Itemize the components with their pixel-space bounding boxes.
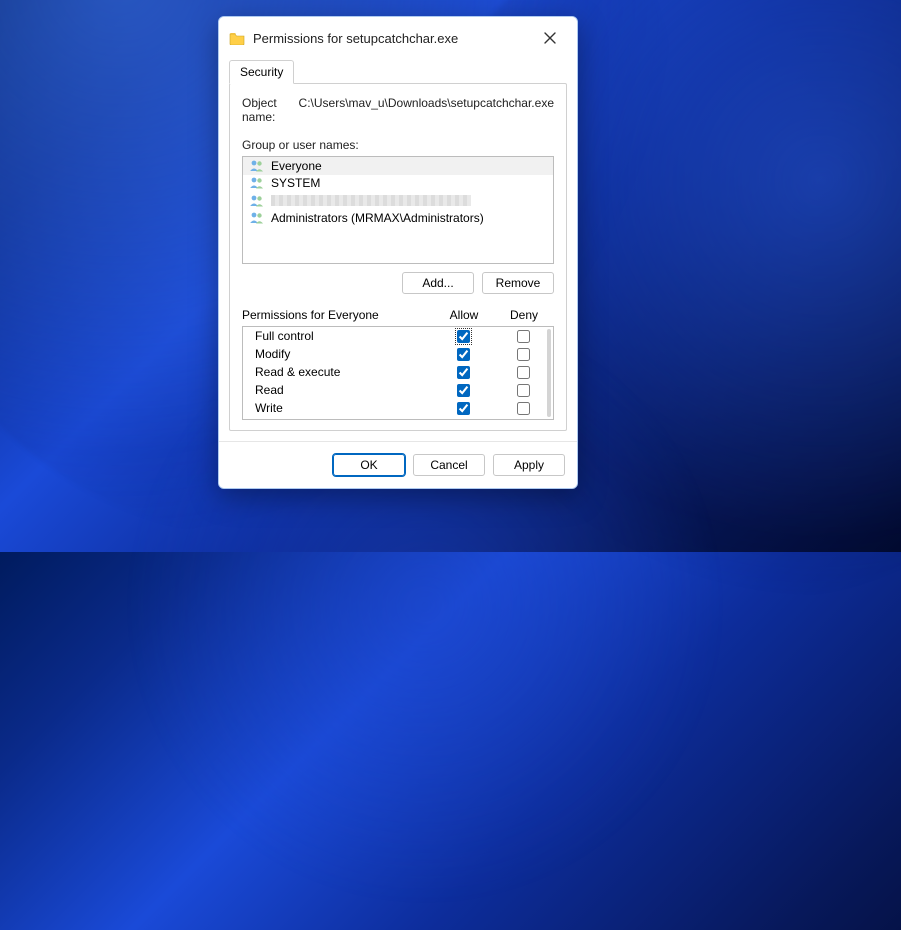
- users-icon: [249, 193, 265, 209]
- scrollbar[interactable]: [547, 329, 551, 417]
- allow-checkbox[interactable]: [457, 330, 470, 343]
- deny-column-header: Deny: [494, 308, 554, 322]
- object-name-label: Object name:: [242, 96, 287, 124]
- deny-checkbox[interactable]: [517, 366, 530, 379]
- dialog-footer: OK Cancel Apply: [219, 441, 577, 488]
- add-button[interactable]: Add...: [402, 272, 474, 294]
- apply-button[interactable]: Apply: [493, 454, 565, 476]
- ok-button[interactable]: OK: [333, 454, 405, 476]
- permission-name: Full control: [255, 329, 433, 343]
- group-list-item[interactable]: SYSTEM: [243, 175, 553, 193]
- permission-row: Read: [243, 381, 553, 399]
- group-list-label: Group or user names:: [242, 138, 554, 152]
- permissions-dialog: Permissions for setupcatchchar.exe Secur…: [218, 16, 578, 489]
- object-name-value: C:\Users\mav_u\Downloads\setupcatchchar.…: [299, 96, 554, 124]
- allow-checkbox[interactable]: [457, 384, 470, 397]
- group-name: Administrators (MRMAX\Administrators): [271, 211, 484, 225]
- deny-checkbox[interactable]: [517, 330, 530, 343]
- tab-strip: Security: [219, 59, 577, 83]
- titlebar[interactable]: Permissions for setupcatchchar.exe: [219, 17, 577, 59]
- group-name: SYSTEM: [271, 176, 320, 190]
- cancel-button[interactable]: Cancel: [413, 454, 485, 476]
- users-icon: [249, 210, 265, 226]
- group-list-item[interactable]: Everyone: [243, 157, 553, 175]
- permission-row: Full control: [243, 327, 553, 345]
- users-icon: [249, 158, 265, 174]
- allow-checkbox[interactable]: [457, 348, 470, 361]
- close-button[interactable]: [533, 24, 567, 52]
- group-name: Everyone: [271, 159, 322, 173]
- permission-row: Read & execute: [243, 363, 553, 381]
- permission-name: Write: [255, 401, 433, 415]
- tab-security[interactable]: Security: [229, 60, 294, 84]
- window-title: Permissions for setupcatchchar.exe: [253, 31, 533, 46]
- permissions-list: Full control Modify Read & execute Read Writ…: [242, 326, 554, 420]
- group-list-item[interactable]: [243, 192, 553, 210]
- close-icon: [544, 32, 556, 44]
- permission-name: Modify: [255, 347, 433, 361]
- permission-row: Write: [243, 399, 553, 417]
- users-icon: [249, 175, 265, 191]
- remove-button[interactable]: Remove: [482, 272, 554, 294]
- permission-row: Modify: [243, 345, 553, 363]
- allow-checkbox[interactable]: [457, 402, 470, 415]
- permissions-for-label: Permissions for Everyone: [242, 308, 434, 322]
- deny-checkbox[interactable]: [517, 384, 530, 397]
- security-panel: Object name: C:\Users\mav_u\Downloads\se…: [229, 83, 567, 431]
- redacted-group-name: [271, 195, 471, 206]
- permission-name: Read & execute: [255, 365, 433, 379]
- group-list-item[interactable]: Administrators (MRMAX\Administrators): [243, 210, 553, 228]
- folder-icon: [229, 31, 245, 45]
- allow-checkbox[interactable]: [457, 366, 470, 379]
- deny-checkbox[interactable]: [517, 348, 530, 361]
- allow-column-header: Allow: [434, 308, 494, 322]
- deny-checkbox[interactable]: [517, 402, 530, 415]
- permission-name: Read: [255, 383, 433, 397]
- group-list[interactable]: Everyone SYSTEM Administrators (MRMAX\Admi…: [242, 156, 554, 264]
